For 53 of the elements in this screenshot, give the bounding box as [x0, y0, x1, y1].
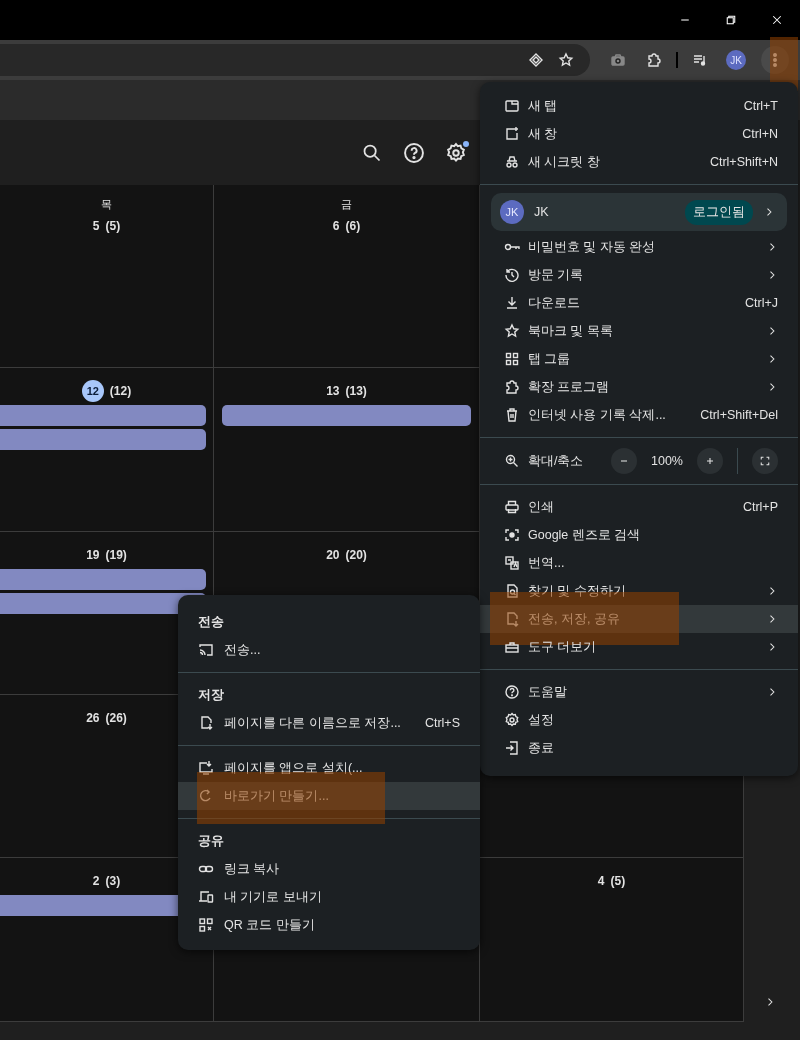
menu-item[interactable]: 도움말 — [480, 678, 798, 706]
menu-item[interactable]: 새 창 Ctrl+N — [480, 120, 798, 148]
menu-item[interactable]: 방문 기록 — [480, 261, 798, 289]
menu-item[interactable]: QR 코드 만들기 — [178, 911, 480, 939]
date-label[interactable]: 5 — [92, 219, 100, 233]
date-label[interactable]: 13 — [326, 384, 340, 398]
weekday-label: 목 — [101, 197, 112, 212]
menu-item[interactable]: 찾기 및 수정하기 — [480, 577, 798, 605]
profile-button[interactable]: JK — [718, 44, 754, 76]
signed-in-badge: 로그인됨 — [685, 199, 753, 225]
date-label[interactable]: 26 — [86, 711, 100, 725]
lunar-date: (5) — [105, 219, 121, 233]
lunar-date: (6) — [345, 219, 361, 233]
zoom-label: 확대/축소 — [528, 452, 585, 470]
avatar: JK — [726, 50, 746, 70]
menu-item[interactable]: 페이지를 다른 이름으로 저장... Ctrl+S — [178, 709, 480, 737]
menu-item[interactable]: 인터넷 사용 기록 삭제... Ctrl+Shift+Del — [480, 401, 798, 429]
weekday-label: 금 — [341, 197, 352, 212]
lunar-date: (3) — [105, 874, 121, 888]
menu-item[interactable]: 북마크 및 목록 — [480, 317, 798, 345]
lunar-date: (20) — [345, 548, 367, 562]
menu-item[interactable]: 다운로드 Ctrl+J — [480, 289, 798, 317]
menu-item[interactable]: 전송... — [178, 636, 480, 664]
avatar: JK — [500, 200, 524, 224]
lunar-date: (19) — [105, 548, 127, 562]
lunar-date: (12) — [109, 384, 132, 398]
menu-item[interactable]: 확장 프로그램 — [480, 373, 798, 401]
zoom-level: 100% — [650, 454, 684, 468]
menu-item[interactable]: 인쇄 Ctrl+P — [480, 493, 798, 521]
profile-row[interactable]: JK JK 로그인됨 — [491, 193, 787, 231]
date-label[interactable]: 2 — [92, 874, 100, 888]
date-label[interactable]: 4 — [597, 874, 605, 888]
menu-item[interactable]: 페이지를 앱으로 설치(... — [178, 754, 480, 782]
section-heading: 공유 — [197, 833, 225, 850]
today-date[interactable]: 12 — [81, 380, 104, 402]
menu-item[interactable]: 번역... — [480, 549, 798, 577]
section-heading: 전송 — [197, 614, 225, 631]
lunar-date: (13) — [345, 384, 367, 398]
date-label[interactable]: 20 — [326, 548, 340, 562]
menu-item[interactable]: 내 기기로 보내기 — [178, 883, 480, 911]
section-heading: 저장 — [197, 687, 225, 704]
menu-item[interactable]: 새 시크릿 창 Ctrl+Shift+N — [480, 148, 798, 176]
lunar-date: (26) — [105, 711, 127, 725]
menu-item[interactable]: 도구 더보기 — [480, 633, 798, 661]
menu-item[interactable]: 비밀번호 및 자동 완성 — [480, 233, 798, 261]
menu-item[interactable]: 설정 — [480, 706, 798, 734]
menu-item[interactable]: Google 렌즈로 검색 — [480, 521, 798, 549]
date-label[interactable]: 6 — [332, 219, 340, 233]
menu-item[interactable]: 탭 그룹 — [480, 345, 798, 373]
menu-item[interactable]: 종료 — [480, 734, 798, 762]
lunar-date: (5) — [610, 874, 626, 888]
date-label[interactable]: 19 — [86, 548, 100, 562]
menu-item[interactable]: 링크 복사 — [178, 855, 480, 883]
